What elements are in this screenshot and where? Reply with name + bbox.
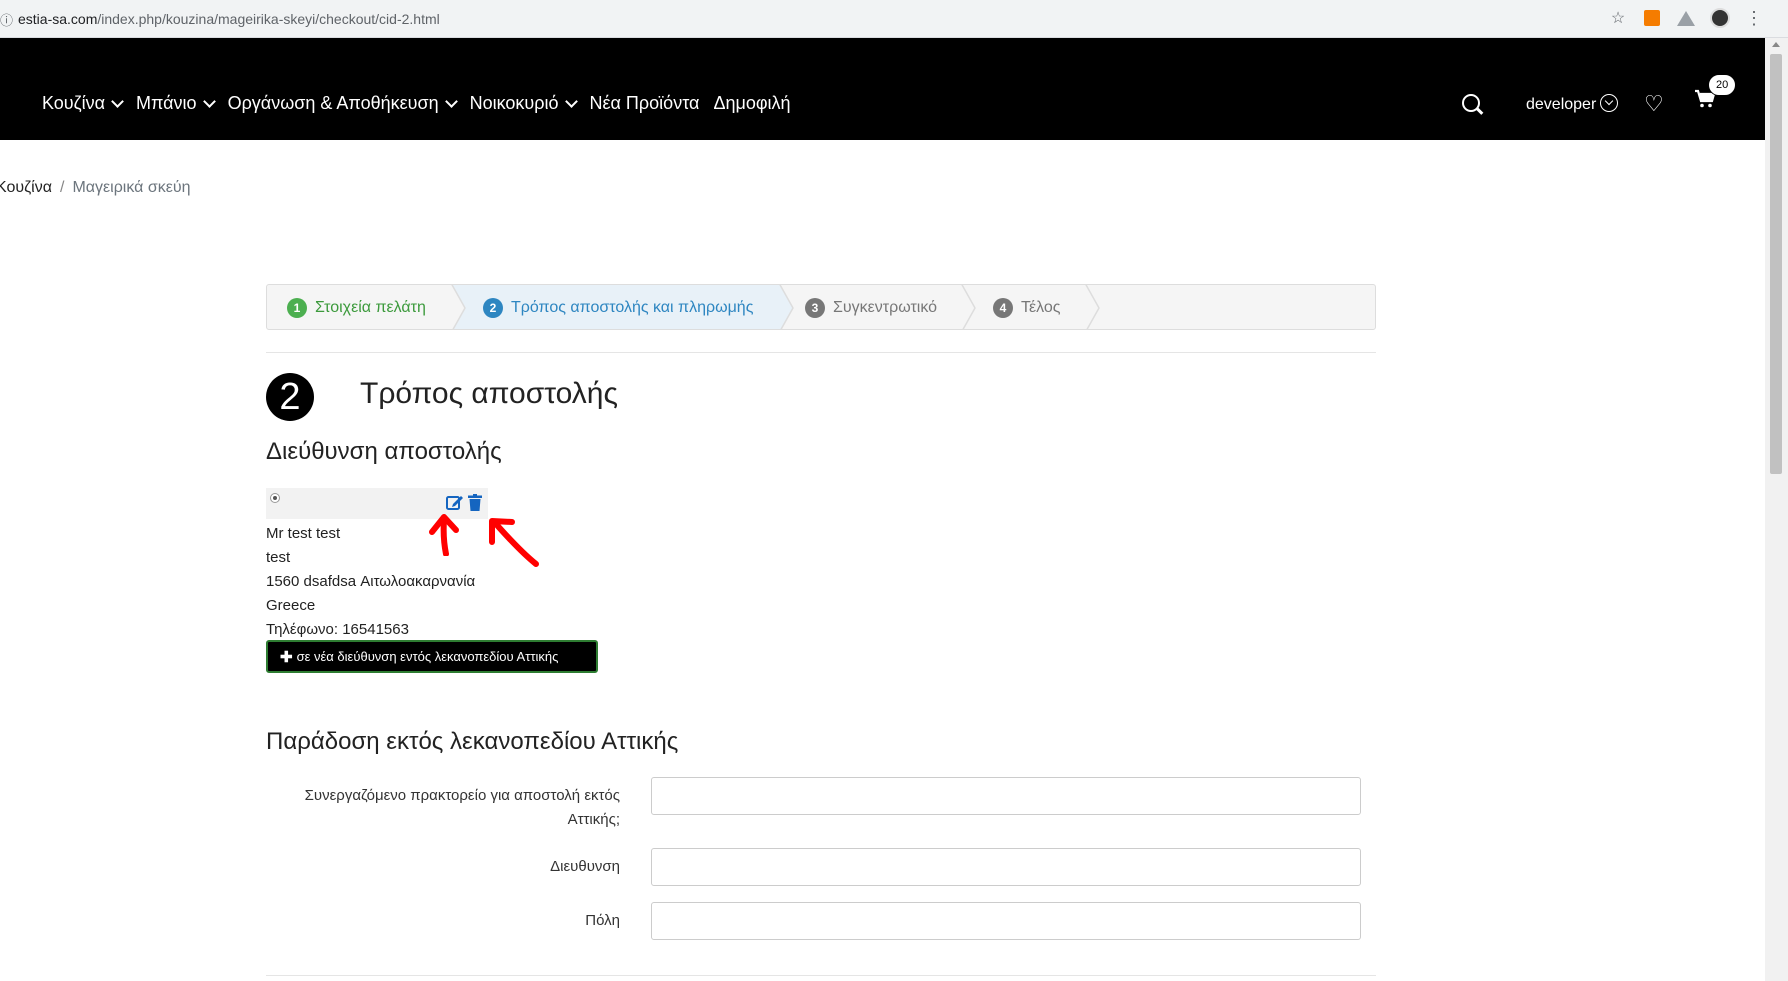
step-customer-details[interactable]: 1 Στοιχεία πελάτη	[287, 285, 426, 329]
address-input[interactable]	[651, 848, 1361, 886]
scrollbar-thumb[interactable]	[1770, 54, 1782, 474]
chevron-down-icon	[444, 94, 458, 108]
chevron-down-icon	[564, 94, 578, 108]
step-number-badge: 2	[266, 373, 314, 421]
chevron-down-icon	[202, 94, 216, 108]
wishlist-heart-icon[interactable]: ♡	[1644, 91, 1664, 117]
browser-menu-icon[interactable]: ⋮	[1744, 8, 1764, 28]
breadcrumb-parent-link[interactable]: Κουζίνα	[0, 179, 52, 196]
nav-item-mpanio[interactable]: Μπάνιο	[136, 93, 216, 114]
nav-item-organosi[interactable]: Οργάνωση & Αποθήκευση	[228, 93, 458, 114]
checkout-steps: 1 Στοιχεία πελάτη 2 Τρόπος αποστολής και π…	[266, 284, 1376, 330]
star-icon[interactable]: ☆	[1608, 8, 1628, 28]
url-field[interactable]: estia-sa.com/index.php/kouzina/mageirika…	[18, 11, 440, 27]
extension-analytics-icon[interactable]	[1642, 8, 1662, 28]
add-new-address-button[interactable]: ✚ σε νέα διεύθυνση εντός λεκανοπεδίου Αττ…	[266, 640, 598, 673]
chevron-down-icon	[111, 94, 124, 108]
step-summary: 3 Συγκεντρωτικό	[805, 285, 937, 329]
url-domain: estia-sa.com	[18, 11, 98, 27]
main-nav: Κουζίνα Μπάνιο Οργάνωση & Αποθήκευση Νοι…	[42, 93, 791, 114]
city-input[interactable]	[651, 902, 1361, 940]
info-icon[interactable]: ⓘ	[0, 10, 13, 29]
address-company: test	[266, 549, 291, 566]
nav-item-dimofili[interactable]: Δημοφιλή	[713, 93, 790, 114]
address-country: Greece	[266, 597, 316, 614]
address-radio[interactable]	[270, 493, 280, 503]
url-path: /index.php/kouzina/mageirika-skeyi/check…	[97, 11, 440, 27]
user-chevron-icon[interactable]	[1600, 94, 1618, 112]
courier-input[interactable]	[651, 777, 1361, 815]
user-menu-label[interactable]: developer	[1526, 96, 1596, 114]
page-title: Τρόπος αποστολής	[360, 377, 618, 410]
plus-icon: ✚	[280, 648, 293, 666]
edit-icon[interactable]	[446, 494, 464, 516]
nav-item-kouzina[interactable]: Κουζίνα	[42, 93, 124, 114]
extension-drive-icon[interactable]	[1676, 8, 1696, 28]
shipping-address-heading: Διεύθυνση αποστολής	[266, 438, 502, 465]
breadcrumb-separator: /	[59, 179, 65, 196]
courier-field-label: Συνεργαζόμενο πρακτορείο για αποστολή εκ…	[304, 787, 620, 828]
breadcrumb: Κουζίνα / Μαγειρικά σκεύη	[0, 179, 191, 197]
browser-address-bar: ⓘ estia-sa.com/index.php/kouzina/mageiri…	[0, 0, 1788, 38]
scroll-up-arrow-icon[interactable]	[1772, 42, 1780, 47]
step-shipping-payment[interactable]: 2 Τρόπος αποστολής και πληρωμής	[483, 285, 753, 329]
nav-item-nea-proionta[interactable]: Νέα Προϊόντα	[590, 93, 700, 114]
delete-trash-icon[interactable]	[468, 494, 482, 516]
divider	[266, 975, 1376, 976]
address-name: Mr test test	[266, 525, 341, 542]
profile-avatar-icon[interactable]	[1710, 8, 1730, 28]
shipping-address-details: Mr test test test 1560 dsafdsa Αιτωλοακα…	[266, 522, 475, 642]
site-header: Κουζίνα Μπάνιο Οργάνωση & Αποθήκευση Νοι…	[0, 38, 1765, 140]
address-street: 1560 dsafdsa Αιτωλοακαρνανία	[266, 573, 476, 590]
cart-count-badge: 20	[1708, 74, 1737, 96]
page-scrollbar[interactable]	[1765, 38, 1788, 981]
address-phone: Τηλέφωνο: 16541563	[266, 621, 409, 638]
address-field-label: Διευθυνση	[550, 858, 620, 875]
divider	[266, 352, 1376, 353]
annotation-arrow-icon	[489, 518, 539, 567]
search-icon[interactable]	[1462, 94, 1480, 112]
city-field-label: Πόλη	[585, 912, 620, 929]
delivery-outside-attica-heading: Παράδοση εκτός λεκανοπεδίου Αττικής	[266, 728, 679, 755]
nav-item-noikokyrio[interactable]: Νοικοκυριό	[470, 93, 578, 114]
breadcrumb-current: Μαγειρικά σκεύη	[72, 179, 191, 196]
step-finish: 4 Τέλος	[993, 285, 1061, 329]
